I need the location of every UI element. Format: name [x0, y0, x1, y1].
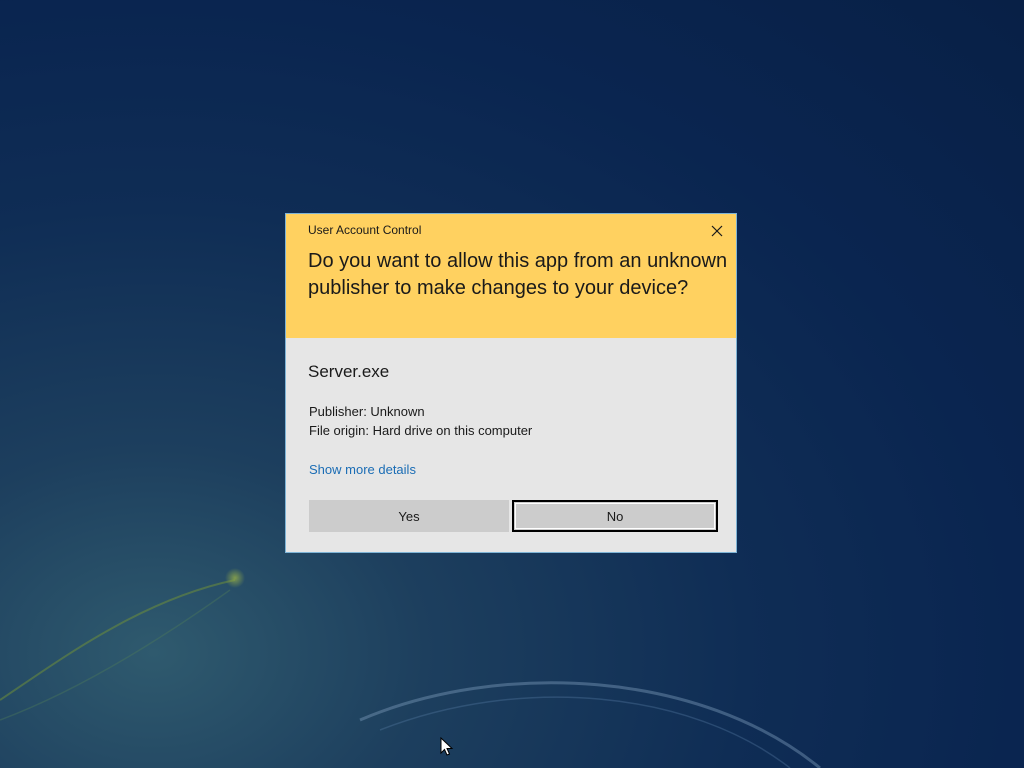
uac-dialog: User Account Control Do you want to allo…: [285, 213, 737, 553]
close-icon: [711, 225, 723, 237]
uac-header: User Account Control Do you want to allo…: [286, 214, 736, 338]
file-origin-label: File origin: Hard drive on this computer: [309, 423, 533, 438]
show-more-details-link[interactable]: Show more details: [309, 462, 416, 477]
app-name: Server.exe: [308, 362, 390, 381]
close-button[interactable]: [704, 220, 730, 242]
mouse-pointer-icon: [440, 736, 454, 756]
dialog-caption: User Account Control: [308, 223, 422, 237]
publisher-label: Publisher: Unknown: [309, 404, 425, 419]
no-button[interactable]: No: [512, 500, 718, 532]
uac-body: Server.exe Publisher: Unknown File origi…: [286, 338, 736, 552]
dialog-question: Do you want to allow this app from an un…: [308, 250, 728, 299]
mouse-pointer: [440, 736, 454, 762]
yes-button[interactable]: Yes: [309, 500, 509, 532]
